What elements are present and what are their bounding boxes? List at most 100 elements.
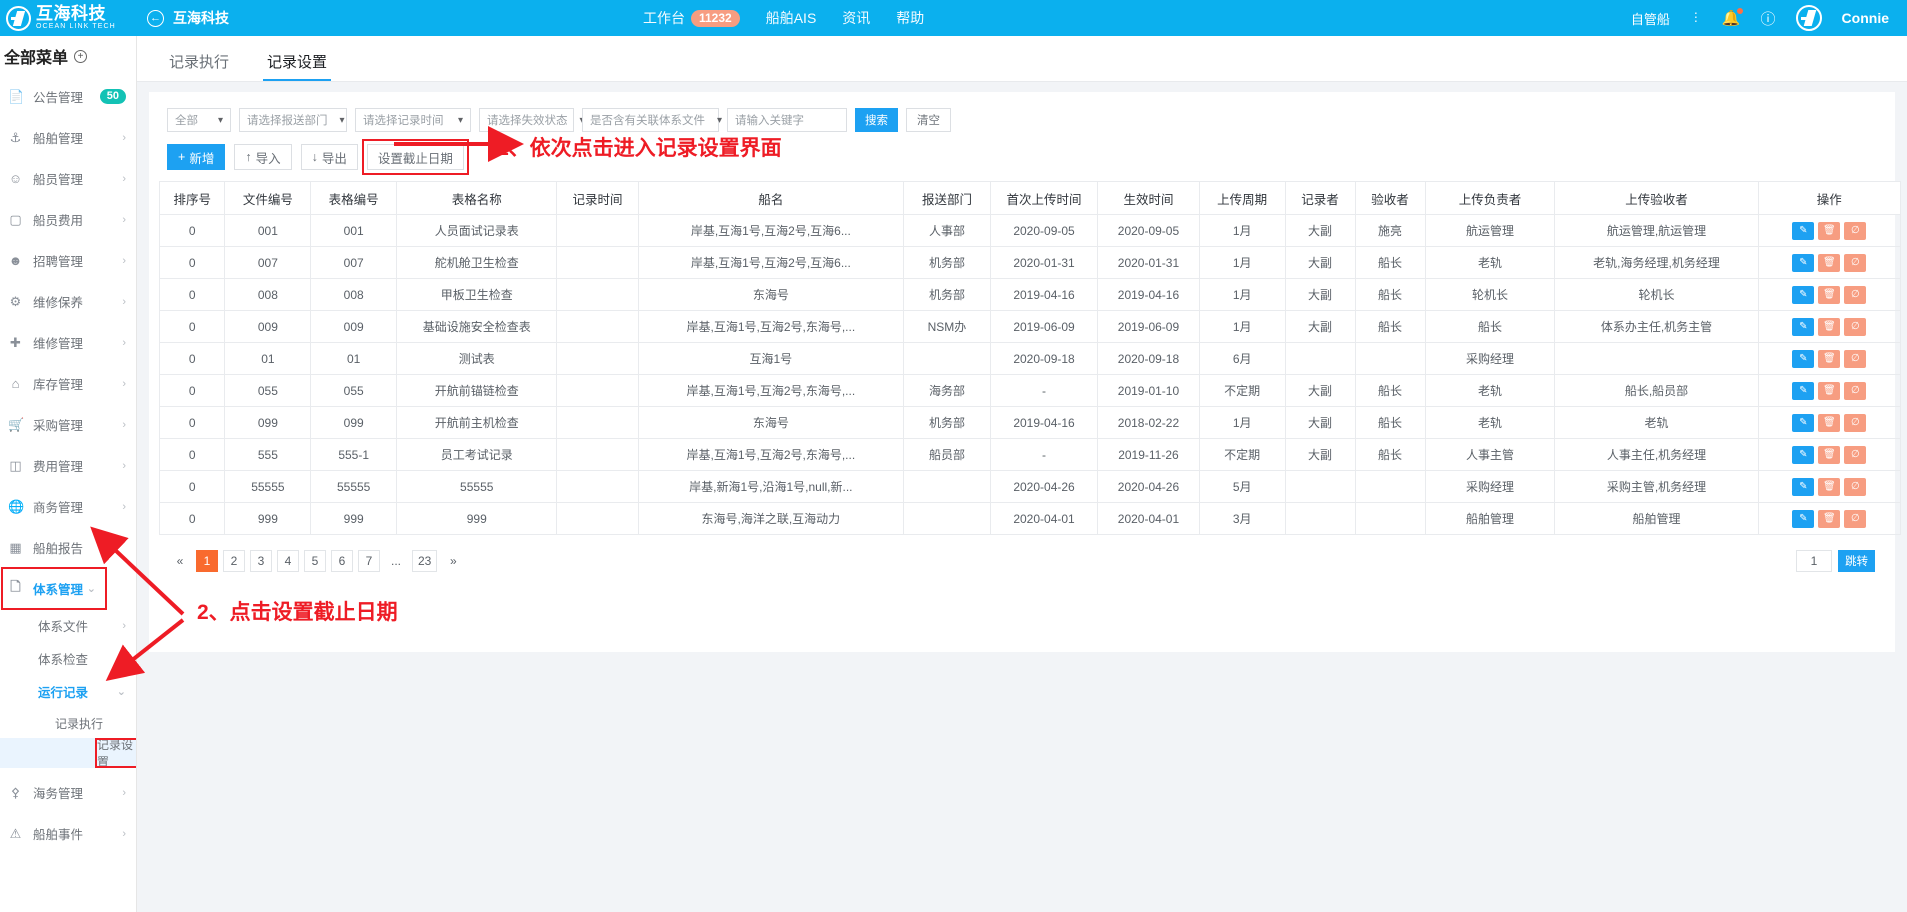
page-23[interactable]: 23	[412, 550, 438, 572]
sidebar-item-purchase[interactable]: 🛒 采购管理 ›	[0, 404, 136, 445]
import-button[interactable]: ↑ 导入	[234, 144, 292, 170]
sidebar-item-announcement[interactable]: 📄 公告管理 50	[0, 76, 136, 117]
search-button[interactable]: 搜索	[855, 108, 898, 132]
trash-icon[interactable]: 🗑	[1818, 445, 1841, 464]
sidebar-item-system-management[interactable]: 🗋 体系管理 ⌄	[1, 567, 107, 610]
sidebar-item-vessel-report[interactable]: ▦ 船舶报告	[0, 527, 136, 568]
table-row[interactable]: 0 001 001 人员面试记录表 岸基,互海1号,互海2号,互海6... 人事部 2020…	[158, 214, 1902, 247]
tab-record-execution[interactable]: 记录执行	[165, 51, 233, 81]
ship-scope-selector[interactable]: 自管船	[1631, 9, 1670, 28]
sidebar-subitem-record-setting-row[interactable]: 记录设置	[0, 738, 136, 769]
topnav-item-ais[interactable]: 船舶AIS	[766, 8, 817, 28]
topnav-item-workbench[interactable]: 工作台 11232	[643, 8, 740, 28]
pencil-icon[interactable]: ✎	[1792, 445, 1815, 464]
back-arrow-icon[interactable]: ←	[147, 9, 164, 27]
ban-icon[interactable]: ∅	[1844, 381, 1867, 400]
page-jump-input[interactable]: 1	[1796, 550, 1832, 572]
filter-invalid-state-select[interactable]: 请选择失效状态 ▾	[479, 108, 585, 132]
filter-scope-select[interactable]: 全部 ▾	[167, 108, 231, 132]
sidebar-item-marine[interactable]: ⚴ 海务管理 ›	[0, 772, 136, 813]
sidebar-item-expense[interactable]: ◫ 费用管理 ›	[0, 445, 136, 486]
help-circle-icon[interactable]: ⓘ	[1761, 8, 1776, 29]
username-label[interactable]: Connie	[1842, 10, 1889, 26]
back-navigation[interactable]: ← 互海科技	[147, 8, 229, 28]
ban-icon[interactable]: ∅	[1844, 221, 1867, 240]
plus-circle-icon[interactable]: +	[74, 49, 88, 63]
table-row[interactable]: 0 099 099 开航前主机检查 东海号 机务部 2019-04-16 2018-02-22…	[158, 406, 1902, 439]
page-7[interactable]: 7	[358, 550, 380, 572]
trash-icon[interactable]: 🗑	[1818, 221, 1841, 240]
page-jump-button[interactable]: 跳转	[1838, 550, 1875, 572]
trash-icon[interactable]: 🗑	[1818, 381, 1841, 400]
pencil-icon[interactable]: ✎	[1792, 253, 1815, 272]
ban-icon[interactable]: ∅	[1844, 349, 1867, 368]
trash-icon[interactable]: 🗑	[1818, 413, 1841, 432]
ban-icon[interactable]: ∅	[1844, 509, 1867, 528]
table-row[interactable]: 0 055 055 开航前锚链检查 岸基,互海1号,互海2号,东海号,... 海务部 -20…	[158, 374, 1902, 407]
bell-icon[interactable]: 🔔	[1722, 8, 1743, 27]
sidebar-item-vessel-event[interactable]: ⚠ 船舶事件 ›	[0, 813, 136, 854]
filter-linked-file-select[interactable]: 是否含有关联体系文件 ▾	[582, 108, 722, 132]
page-6[interactable]: 6	[331, 550, 353, 572]
topnav-item-help[interactable]: 帮助	[896, 8, 924, 28]
trash-icon[interactable]: 🗑	[1818, 253, 1841, 272]
sidebar-item-maintenance[interactable]: ⚙ 维修保养 ›	[0, 281, 136, 322]
sidebar-item-inventory[interactable]: ⌂ 库存管理 ›	[0, 363, 136, 404]
pencil-icon[interactable]: ✎	[1792, 413, 1815, 432]
sidebar-subitem-system-check[interactable]: 体系检查 ›	[0, 642, 136, 675]
ban-icon[interactable]: ∅	[1844, 253, 1867, 272]
page-2[interactable]: 2	[223, 550, 245, 572]
clear-button[interactable]: 清空	[906, 108, 951, 132]
pencil-icon[interactable]: ✎	[1792, 221, 1815, 240]
topnav-item-news[interactable]: 资讯	[842, 8, 870, 28]
keyword-input[interactable]: 请输入关键字	[727, 108, 847, 132]
sidebar-item-repair[interactable]: ✚ 维修管理 ›	[0, 322, 136, 363]
pencil-icon[interactable]: ✎	[1792, 285, 1815, 304]
sidebar-subitem-record-setting[interactable]: 记录设置	[95, 738, 136, 769]
trash-icon[interactable]: 🗑	[1818, 285, 1841, 304]
pencil-icon[interactable]: ✎	[1792, 509, 1815, 528]
ban-icon[interactable]: ∅	[1844, 445, 1867, 464]
sidebar-subitem-system-file[interactable]: 体系文件 ›	[0, 609, 136, 642]
table-row[interactable]: 0 009 009 基础设施安全检查表 岸基,互海1号,互海2号,东海号,... NSM办…	[158, 310, 1902, 343]
avatar[interactable]	[1795, 5, 1822, 31]
table-row[interactable]: 0 55555 55555 55555 岸基,新海1号,沿海1号,null,新... 20…	[158, 470, 1902, 503]
page-5[interactable]: 5	[304, 550, 326, 572]
page-3[interactable]: 3	[250, 550, 272, 572]
pencil-icon[interactable]: ✎	[1792, 477, 1815, 496]
trash-icon[interactable]: 🗑	[1818, 509, 1841, 528]
page-1[interactable]: 1	[196, 550, 218, 572]
sidebar-item-crew-cost[interactable]: ▢ 船员费用 ›	[0, 199, 136, 240]
sidebar-item-vessel[interactable]: ⚓ 船舶管理 ›	[0, 117, 136, 158]
table-row[interactable]: 0 007 007 舵机舱卫生检查 岸基,互海1号,互海2号,互海6... 机务部 2020…	[158, 246, 1902, 279]
table-row[interactable]: 0 999 999 999 东海号,海洋之联,互海动力 2020-04-01 2020-04…	[158, 502, 1902, 535]
trash-icon[interactable]: 🗑	[1818, 349, 1841, 368]
table-row[interactable]: 0 01 01 测试表 互海1号 2020-09-18 2020-09-18 6月 采购经理 ✎ 🗑…	[158, 342, 1902, 375]
page-4[interactable]: 4	[277, 550, 299, 572]
page-prev[interactable]: «	[169, 550, 191, 572]
filter-department-select[interactable]: 请选择报送部门 ▾	[239, 108, 347, 132]
set-deadline-button[interactable]: 设置截止日期	[361, 139, 469, 175]
trash-icon[interactable]: 🗑	[1818, 477, 1841, 496]
sidebar-item-crew[interactable]: ☺ 船员管理 ›	[0, 158, 136, 199]
dots-vertical-icon[interactable]: ⋮	[1690, 11, 1702, 23]
sidebar-subitem-running-records[interactable]: 运行记录 ⌄	[0, 675, 136, 708]
add-button[interactable]: + 新增	[167, 144, 226, 170]
trash-icon[interactable]: 🗑	[1818, 317, 1841, 336]
sidebar-item-business[interactable]: 🌐 商务管理 ›	[0, 486, 136, 527]
ban-icon[interactable]: ∅	[1844, 317, 1867, 336]
tab-record-setting[interactable]: 记录设置	[263, 51, 332, 81]
sidebar-item-recruit[interactable]: ☻ 招聘管理 ›	[0, 240, 136, 281]
export-button[interactable]: ↓ 导出	[300, 144, 358, 170]
filter-record-time-select[interactable]: 请选择记录时间 ▾	[355, 108, 471, 132]
page-next[interactable]: »	[442, 550, 464, 572]
pencil-icon[interactable]: ✎	[1792, 317, 1815, 336]
pencil-icon[interactable]: ✎	[1792, 349, 1815, 368]
sidebar-subitem-record-execution[interactable]: 记录执行	[0, 708, 136, 738]
pencil-icon[interactable]: ✎	[1792, 381, 1815, 400]
ban-icon[interactable]: ∅	[1844, 413, 1867, 432]
table-row[interactable]: 0 555 555-1 员工考试记录 岸基,互海1号,互海2号,东海号,... 船员部 -2…	[158, 438, 1902, 471]
ban-icon[interactable]: ∅	[1844, 285, 1867, 304]
table-row[interactable]: 0 008 008 甲板卫生检查 东海号 机务部 2019-04-16 2019-04-16 1…	[158, 278, 1902, 311]
ban-icon[interactable]: ∅	[1844, 477, 1867, 496]
